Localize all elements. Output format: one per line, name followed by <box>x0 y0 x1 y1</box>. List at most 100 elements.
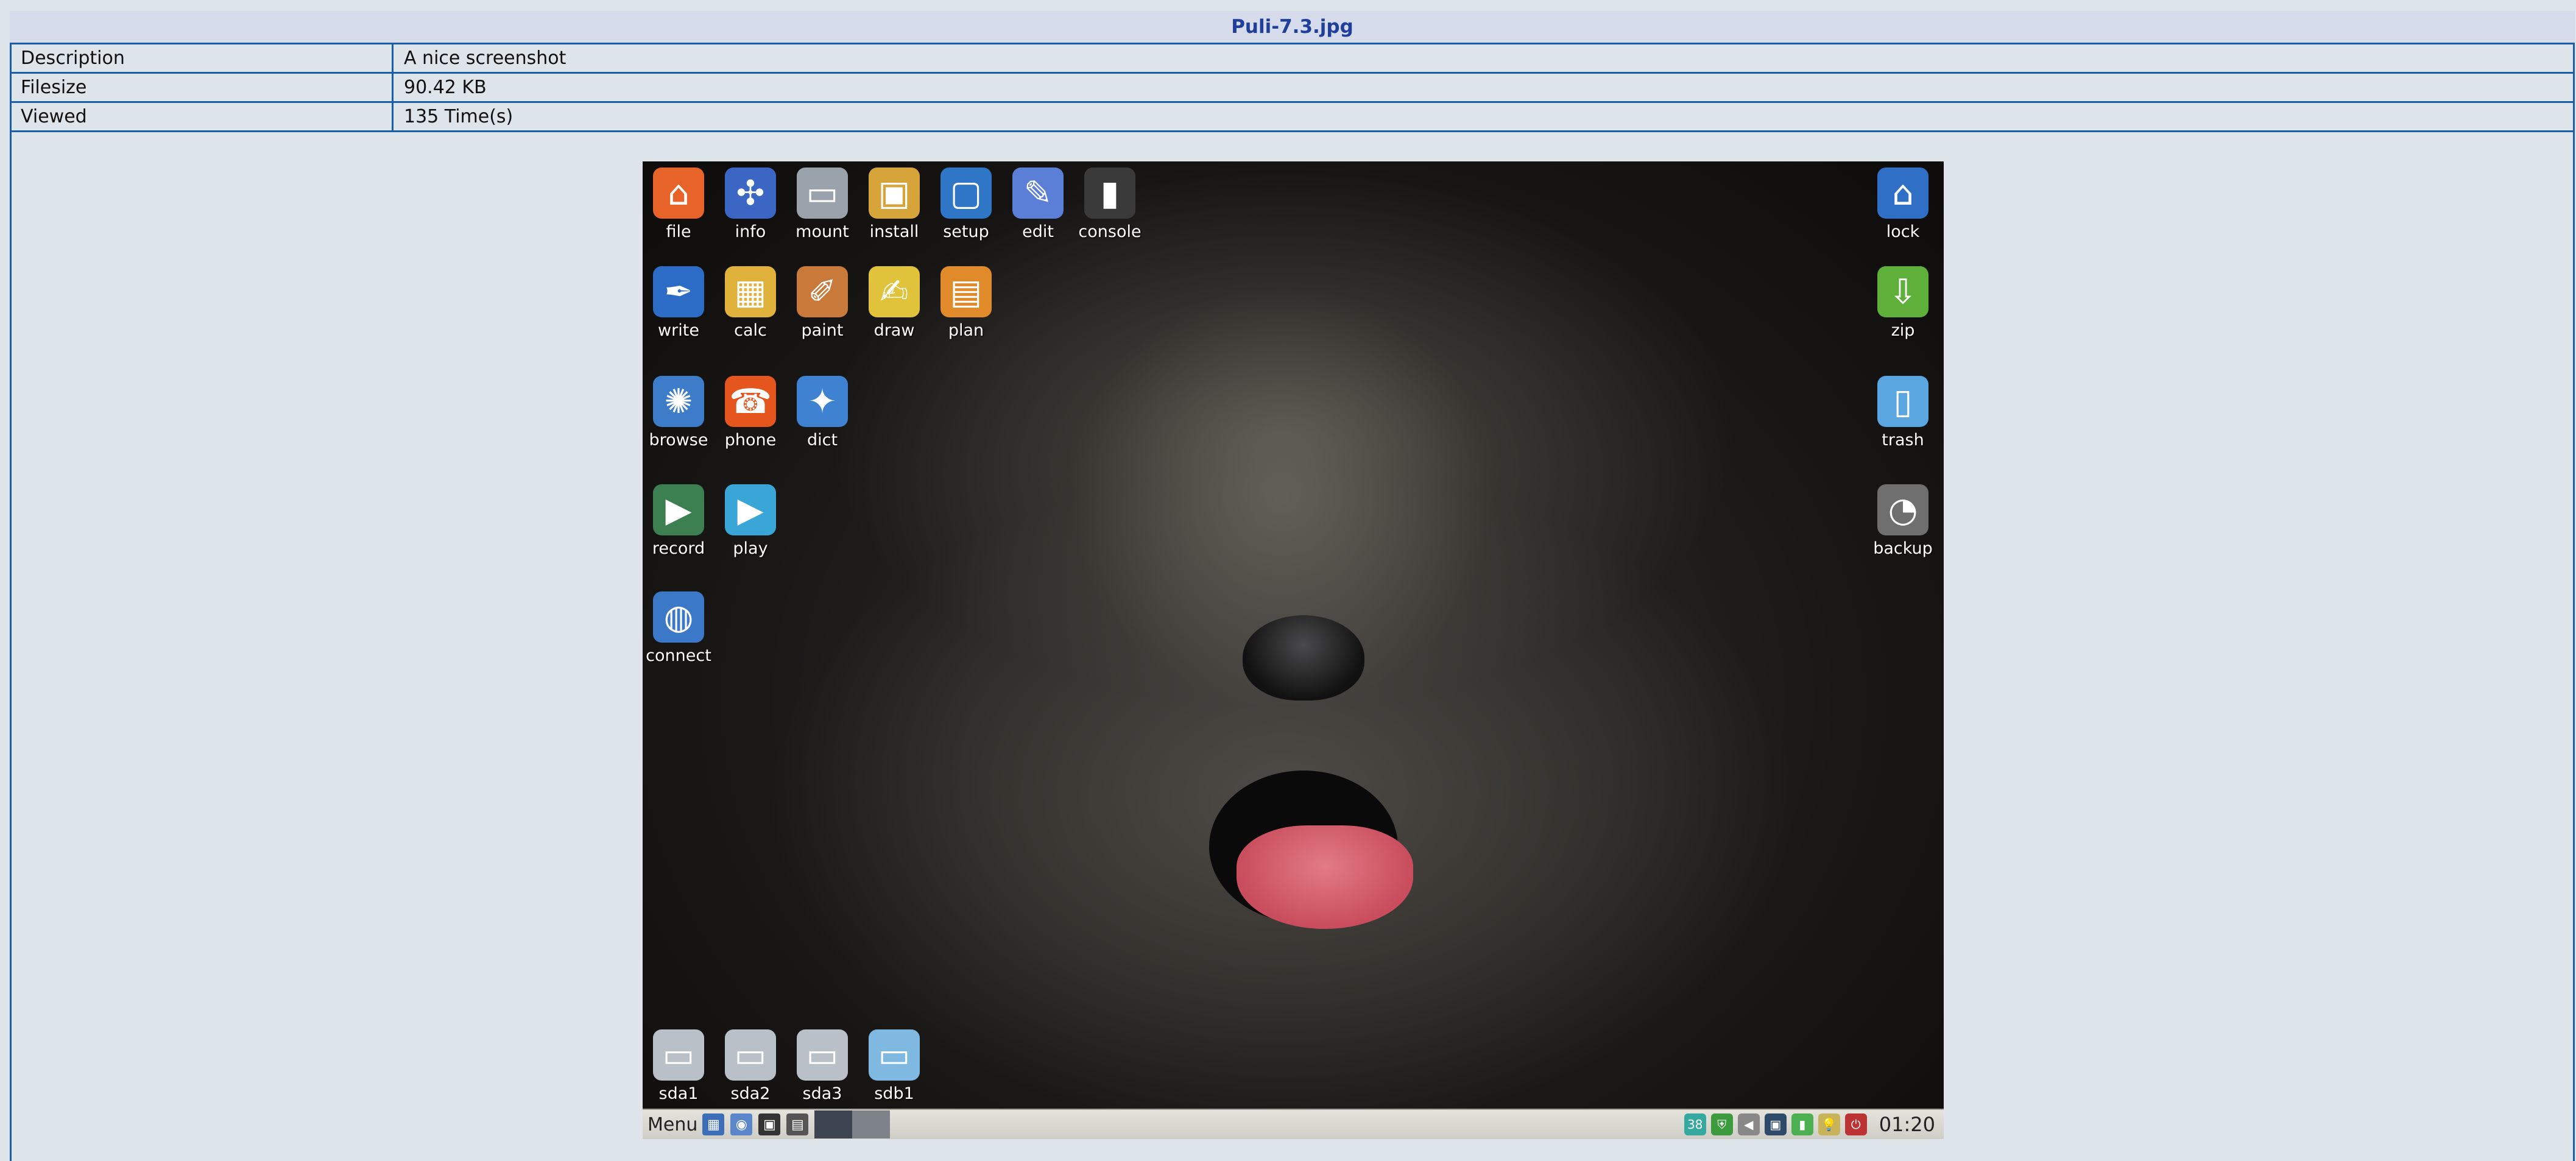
desktop-icon-record[interactable]: ▶ record <box>643 484 715 558</box>
desktop-icon-trash[interactable]: ▯ trash <box>1867 376 1939 450</box>
desktop-icon-browse[interactable]: ✺ browse <box>643 376 715 450</box>
desktop-icon-zip[interactable]: ⇩ zip <box>1867 266 1939 340</box>
description-value: A nice screenshot <box>404 48 566 69</box>
paintbrush-icon: ✐ <box>797 266 848 317</box>
desktop-icon-console[interactable]: ▮ console <box>1074 168 1146 241</box>
drive-icon: ▭ <box>797 168 848 219</box>
desktop-icon-label: sda1 <box>658 1084 699 1103</box>
image-info-table: Puli-7.3.jpg Description A nice screensh… <box>10 11 2575 132</box>
desktop-icon-label: setup <box>943 222 989 241</box>
filesize-value: 90.42 KB <box>404 77 487 98</box>
desktop-icon-phone[interactable]: ☎ phone <box>715 376 786 450</box>
desktop-icon-label: sdb1 <box>874 1084 914 1103</box>
desktop-icon-dict[interactable]: ✦ dict <box>786 376 858 450</box>
quick-launch-terminal-icon[interactable]: ▣ <box>758 1113 781 1135</box>
desktop-icon-label: dict <box>806 431 838 450</box>
pen-icon: ✒ <box>653 266 704 317</box>
desktop-icon-lock[interactable]: ⌂ lock <box>1867 168 1939 241</box>
workspace-1-button[interactable] <box>814 1110 853 1138</box>
desktop-icon-sdb1[interactable]: ▭ sdb1 <box>858 1029 930 1103</box>
wallpaper-nose <box>1243 615 1364 700</box>
desktop-icon-connect[interactable]: ◍ connect <box>643 591 715 665</box>
package-icon: ▣ <box>869 168 920 219</box>
quick-launch-browser-icon[interactable]: ◉ <box>730 1113 753 1135</box>
tips-bulb-icon[interactable]: 💡 <box>1818 1113 1840 1135</box>
desktop-icon-backup[interactable]: ◔ backup <box>1867 484 1939 558</box>
desktop-icon-calc[interactable]: ▦ calc <box>715 266 786 340</box>
spreadsheet-icon: ▦ <box>725 266 776 317</box>
clock[interactable]: 01:20 <box>1879 1113 1944 1136</box>
desktop-icon-label: mount <box>796 222 849 241</box>
desktop-icon-play[interactable]: ▶ play <box>715 484 786 558</box>
menu-button[interactable]: Menu <box>643 1114 702 1135</box>
desktop-icon-label: zip <box>1891 321 1915 340</box>
desktop-icon-label: play <box>733 539 768 558</box>
drive-icon: ▭ <box>797 1029 848 1081</box>
draw-icon: ✍ <box>869 266 920 317</box>
desktop-icon-label: lock <box>1886 222 1920 241</box>
backup-icon: ◔ <box>1877 484 1928 535</box>
brush-icon: ✎ <box>1012 168 1064 219</box>
browser-icon: ✺ <box>653 376 704 427</box>
desktop-icon-write[interactable]: ✒ write <box>643 266 715 340</box>
desktop-icon-plan[interactable]: ▤ plan <box>930 266 1002 340</box>
desktop-icon-info[interactable]: ✣ info <box>715 168 786 241</box>
shield-icon[interactable]: ⛨ <box>1710 1113 1733 1135</box>
terminal-icon: ▮ <box>1084 168 1135 219</box>
calendar-icon: ▤ <box>940 266 992 317</box>
desktop-icon-setup[interactable]: ▢ setup <box>930 168 1002 241</box>
desktop-icon-label: phone <box>724 431 777 450</box>
record-icon: ▶ <box>653 484 704 535</box>
desktop-icon-sda3[interactable]: ▭ sda3 <box>786 1029 858 1103</box>
temperature-icon[interactable]: 38 <box>1684 1113 1706 1135</box>
desktop-icon-file[interactable]: ⌂ file <box>643 168 715 241</box>
desktop-icon-paint[interactable]: ✐ paint <box>786 266 858 340</box>
desktop-icon-sda2[interactable]: ▭ sda2 <box>715 1029 786 1103</box>
image-title: Puli-7.3.jpg <box>10 11 2575 44</box>
desktop-icon-label: info <box>735 222 766 241</box>
filesize-label: Filesize <box>10 74 393 101</box>
drive-icon: ▭ <box>653 1029 704 1081</box>
description-row: Description A nice screenshot <box>10 44 2575 74</box>
volume-icon[interactable]: ◀ <box>1737 1113 1760 1135</box>
desktop-icon-draw[interactable]: ✍ draw <box>858 266 930 340</box>
taskbar: Menu ▦ ◉ ▣ ▤ 38 ⛨ ◀ ▣ ▮ 💡 ⏻ 01:20 <box>643 1109 1944 1139</box>
home-icon: ⌂ <box>653 168 704 219</box>
power-icon[interactable]: ⏻ <box>1844 1113 1867 1135</box>
desktop-icon-label: install <box>869 222 919 241</box>
desktop-icon-sda1[interactable]: ▭ sda1 <box>643 1029 715 1103</box>
desktop-icon-label: plan <box>948 321 984 340</box>
drive-icon: ▭ <box>725 1029 776 1081</box>
globe-icon: ◍ <box>653 591 704 643</box>
workspace-2-button[interactable] <box>852 1110 891 1138</box>
storage-icon[interactable]: ▮ <box>1791 1113 1813 1135</box>
desktop-icon-label: file <box>666 222 691 241</box>
viewed-row: Viewed 135 Time(s) <box>10 103 2575 132</box>
desktop-icon-mount[interactable]: ▭ mount <box>786 168 858 241</box>
filesize-row: Filesize 90.42 KB <box>10 74 2575 103</box>
desktop-icon-label: backup <box>1873 539 1933 558</box>
desktop-icon-label: sda2 <box>730 1084 771 1103</box>
screenshot-image[interactable]: ⌂ file ✣ info ▭ mount ▣ install ▢ setup ✎ edit ▮ cons… <box>643 161 1944 1139</box>
description-label: Description <box>10 44 393 72</box>
viewed-value: 135 Time(s) <box>404 106 513 127</box>
quick-launch-file-icon[interactable]: ▦ <box>702 1113 725 1135</box>
trash-icon: ▯ <box>1877 376 1928 427</box>
desktop-icon-label: sda3 <box>802 1084 842 1103</box>
monitor-icon: ▢ <box>940 168 992 219</box>
dictionary-icon: ✦ <box>797 376 848 427</box>
desktop-icon-label: console <box>1078 222 1142 241</box>
quick-launch-settings-icon[interactable]: ▤ <box>786 1113 809 1135</box>
desktop-icon-edit[interactable]: ✎ edit <box>1002 168 1074 241</box>
desktop-icon-label: connect <box>646 646 711 665</box>
desktop-icon-label: paint <box>801 321 844 340</box>
desktop-icon-install[interactable]: ▣ install <box>858 168 930 241</box>
play-icon: ▶ <box>725 484 776 535</box>
viewed-label: Viewed <box>10 103 393 130</box>
network-icon: ✣ <box>725 168 776 219</box>
lock-icon: ⌂ <box>1877 168 1928 219</box>
network-icon[interactable]: ▣ <box>1764 1113 1787 1135</box>
desktop-icon-label: browse <box>649 431 708 450</box>
desktop-icon-label: draw <box>873 321 915 340</box>
zip-icon: ⇩ <box>1877 266 1928 317</box>
